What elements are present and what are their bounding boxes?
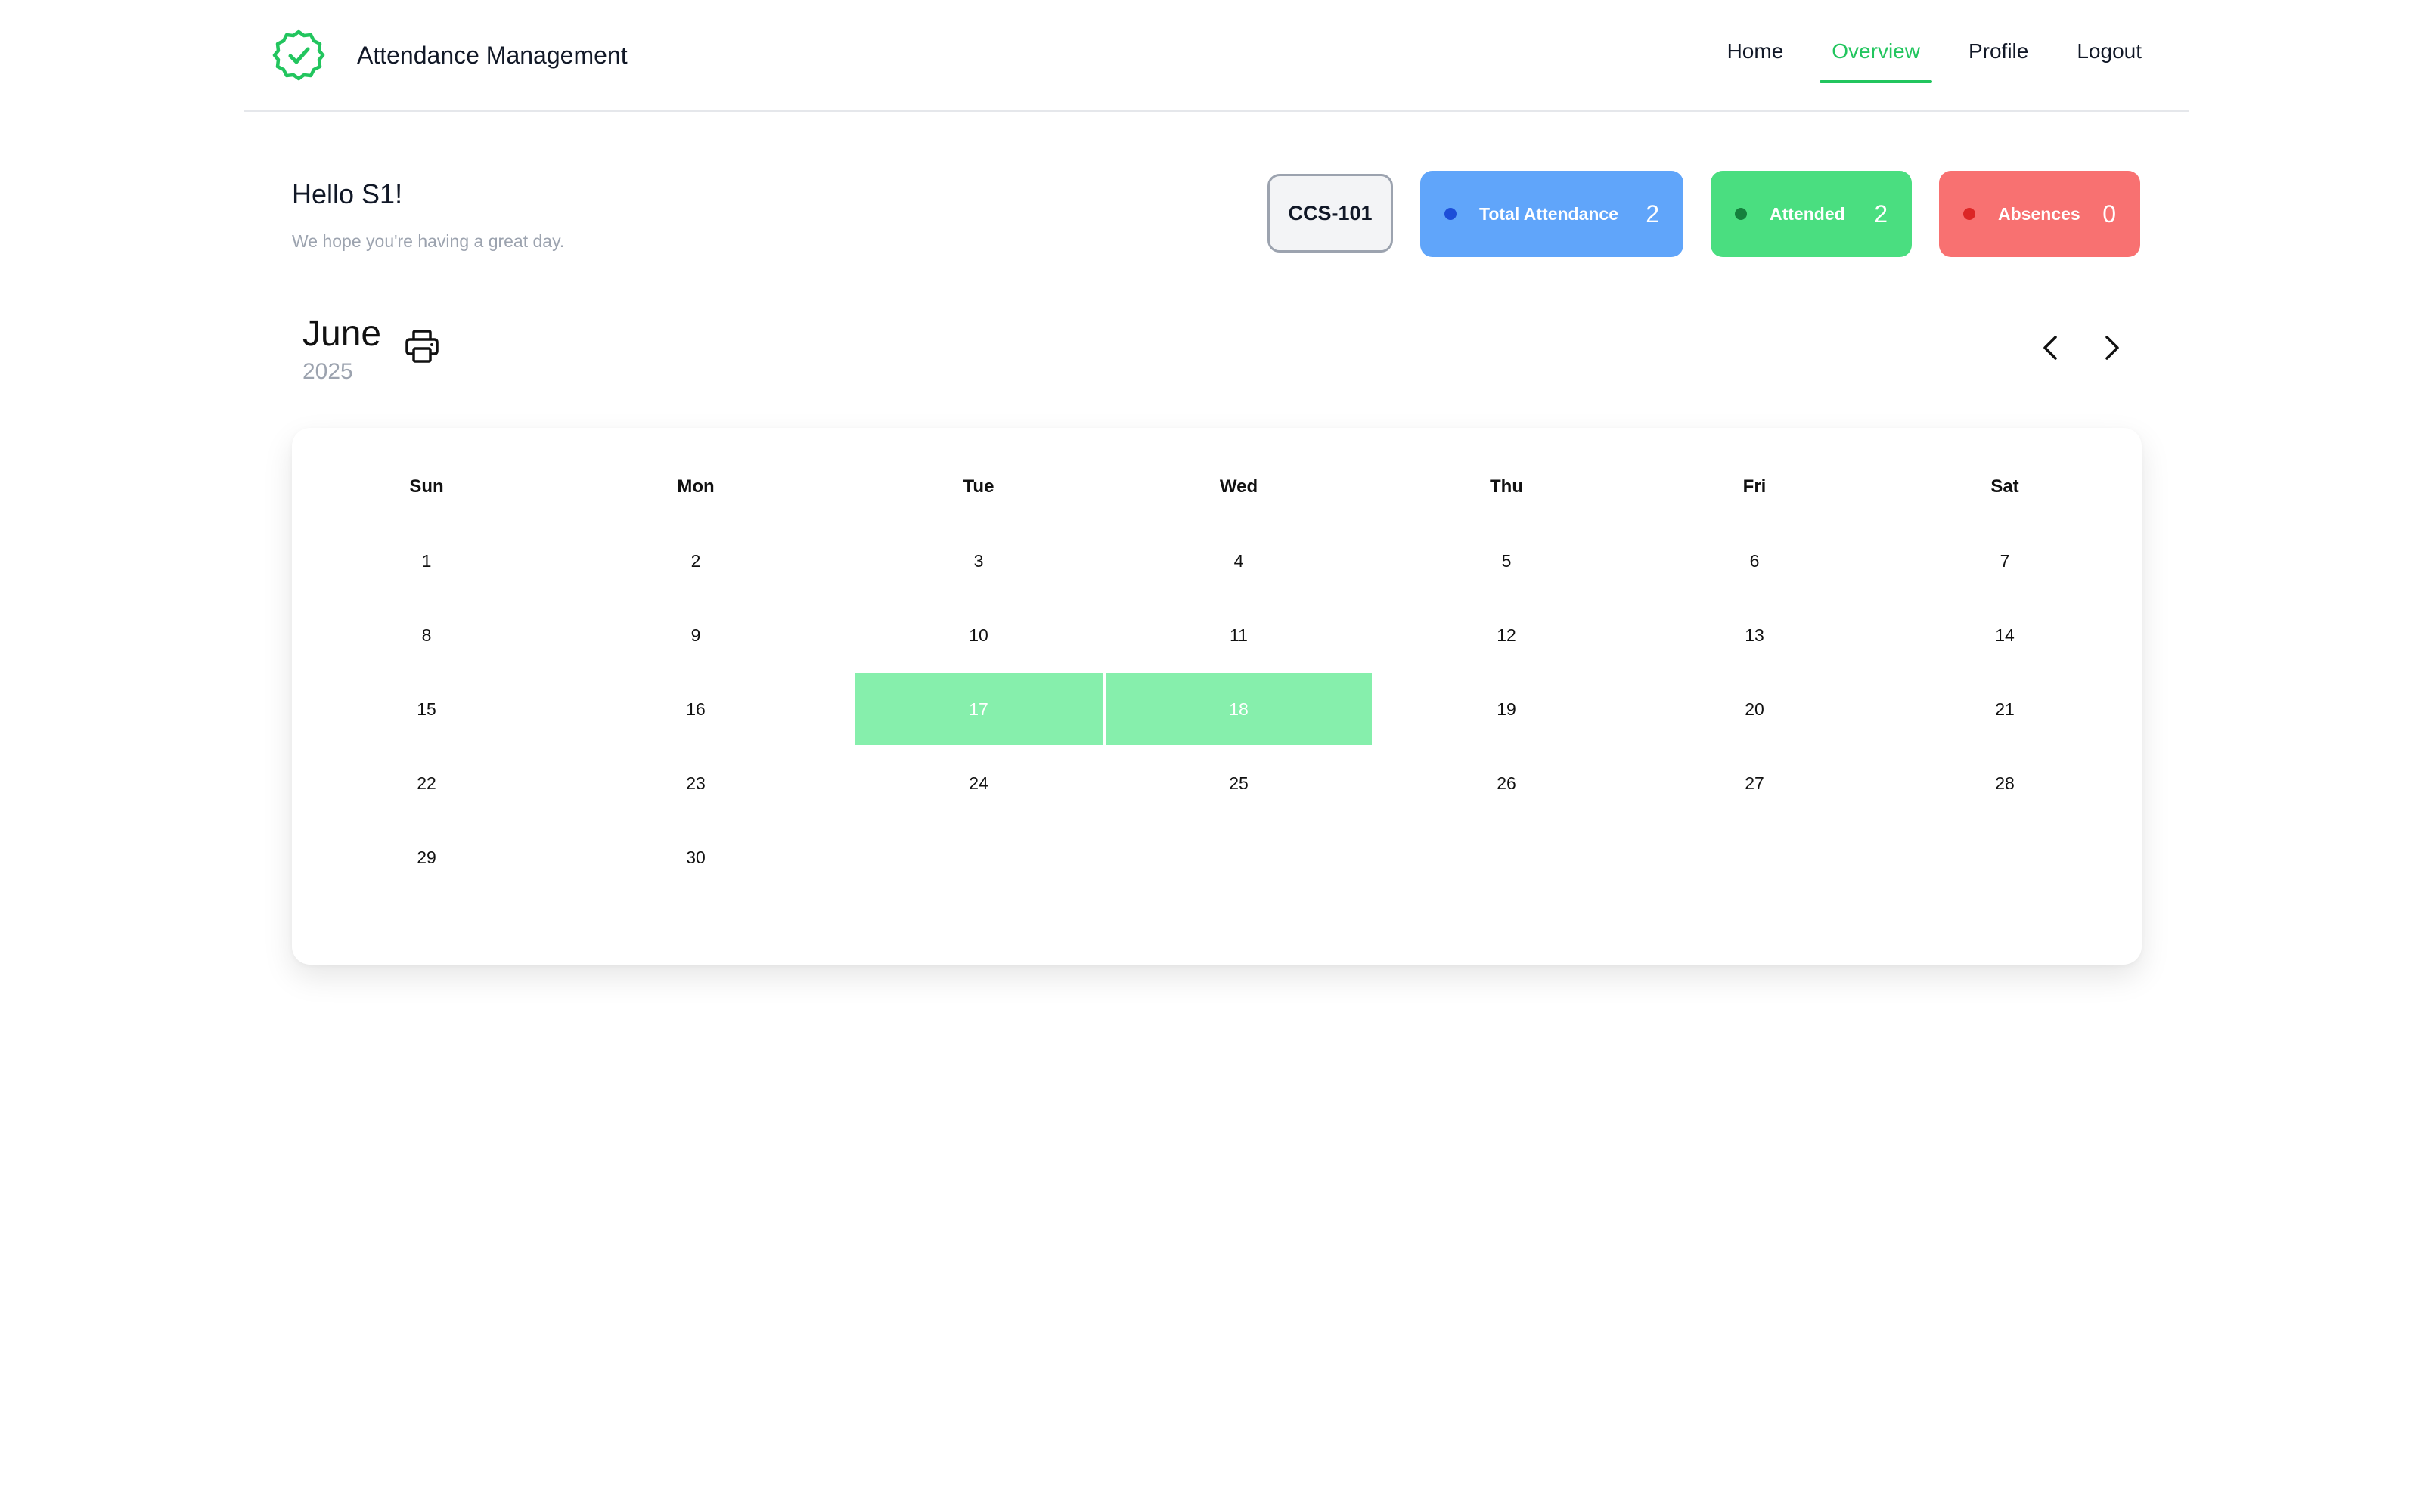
attended-count: 2 xyxy=(1874,200,1888,228)
calendar-day[interactable]: 7 xyxy=(1868,525,2142,597)
calendar-day[interactable]: 23 xyxy=(561,747,830,820)
calendar-day-present[interactable]: 17 xyxy=(855,673,1103,745)
printer-icon[interactable] xyxy=(402,327,442,366)
calendar-day[interactable]: 6 xyxy=(1641,525,1868,597)
calendar-day[interactable]: 25 xyxy=(1106,747,1372,820)
total-attendance-count: 2 xyxy=(1646,200,1659,228)
weekday-wed: Wed xyxy=(1219,476,1258,497)
calendar-week-row: 22 23 24 25 26 27 28 xyxy=(292,747,2142,823)
nav-logout[interactable]: Logout xyxy=(2065,0,2154,107)
calendar-day[interactable]: 20 xyxy=(1641,673,1868,745)
calendar-day[interactable]: 21 xyxy=(1868,673,2142,745)
total-attendance-card: Total Attendance 2 xyxy=(1420,171,1683,257)
brand[interactable]: Attendance Management xyxy=(272,29,628,82)
verified-badge-icon xyxy=(272,29,325,81)
chevron-left-icon[interactable] xyxy=(2033,330,2069,366)
calendar-day[interactable]: 28 xyxy=(1868,747,2142,820)
weekday-header-row: Sun Mon Tue Wed Thu Fri Sat xyxy=(292,451,2142,526)
absences-count: 0 xyxy=(2102,200,2116,228)
attended-card: Attended 2 xyxy=(1711,171,1912,257)
calendar-day[interactable]: 22 xyxy=(292,747,561,820)
weekday-tue: Tue xyxy=(963,476,994,497)
attended-label: Attended xyxy=(1770,203,1845,224)
calendar-day[interactable]: 5 xyxy=(1372,525,1641,597)
nav-profile[interactable]: Profile xyxy=(1956,0,2040,107)
absences-label: Absences xyxy=(1998,203,2080,224)
main-nav: Home Overview Profile Logout xyxy=(1691,0,2154,107)
attendance-calendar: Sun Mon Tue Wed Thu Fri Sat 1 2 3 4 5 6 7 8 9 10 11 12 13 14… xyxy=(292,428,2142,965)
chevron-right-icon[interactable] xyxy=(2093,330,2130,366)
weekday-thu: Thu xyxy=(1490,476,1523,497)
calendar-day[interactable]: 2 xyxy=(561,525,830,597)
month-year: 2025 xyxy=(302,359,353,384)
calendar-day[interactable]: 13 xyxy=(1641,599,1868,671)
top-navbar: Attendance Management Home Overview Prof… xyxy=(244,0,2189,112)
calendar-week-row: 29 30 xyxy=(292,821,2142,897)
calendar-week-row: 8 9 10 11 12 13 14 xyxy=(292,599,2142,674)
attendance-summary: CCS-101 Total Attendance 2 Attended 2 Ab… xyxy=(0,171,2420,257)
calendar-day[interactable]: 30 xyxy=(561,821,830,894)
calendar-day[interactable]: 14 xyxy=(1868,599,2142,671)
calendar-day[interactable]: 3 xyxy=(855,525,1103,597)
calendar-day[interactable]: 24 xyxy=(855,747,1103,820)
course-selector-button[interactable]: CCS-101 xyxy=(1267,174,1393,253)
calendar-day[interactable]: 19 xyxy=(1372,673,1641,745)
attended-dot-icon xyxy=(1735,208,1747,220)
calendar-day[interactable]: 10 xyxy=(855,599,1103,671)
app-title: Attendance Management xyxy=(357,41,628,69)
weekday-sun: Sun xyxy=(409,476,444,497)
calendar-day[interactable]: 12 xyxy=(1372,599,1641,671)
calendar-day-present[interactable]: 18 xyxy=(1106,673,1372,745)
calendar-day[interactable]: 26 xyxy=(1372,747,1641,820)
calendar-day[interactable]: 11 xyxy=(1106,599,1372,671)
calendar-week-row: 15 16 17 18 19 20 21 xyxy=(292,673,2142,748)
calendar-day[interactable]: 4 xyxy=(1106,525,1372,597)
total-attendance-label: Total Attendance xyxy=(1479,203,1619,224)
calendar-day[interactable]: 27 xyxy=(1641,747,1868,820)
calendar-day[interactable]: 9 xyxy=(561,599,830,671)
calendar-day[interactable]: 15 xyxy=(292,673,561,745)
calendar-day[interactable]: 16 xyxy=(561,673,830,745)
weekday-fri: Fri xyxy=(1742,476,1767,497)
calendar-day[interactable]: 8 xyxy=(292,599,561,671)
calendar-day[interactable]: 29 xyxy=(292,821,561,894)
month-heading: June 2025 xyxy=(302,310,381,386)
nav-overview[interactable]: Overview xyxy=(1820,0,1932,107)
nav-home[interactable]: Home xyxy=(1715,0,1796,107)
month-name: June xyxy=(302,314,382,354)
weekday-mon: Mon xyxy=(677,476,715,497)
total-attendance-dot-icon xyxy=(1444,208,1457,220)
calendar-week-row: 1234567 xyxy=(292,525,2142,600)
absences-dot-icon xyxy=(1963,208,1975,220)
absences-card: Absences 0 xyxy=(1939,171,2140,257)
calendar-day[interactable]: 1 xyxy=(292,525,561,597)
weekday-sat: Sat xyxy=(1990,476,2019,497)
